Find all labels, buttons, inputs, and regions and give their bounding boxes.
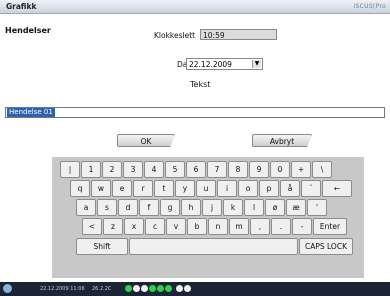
space-key[interactable]: [129, 238, 298, 255]
key[interactable]: æ: [286, 199, 306, 216]
date-dropdown[interactable]: 22.12.2009 ▼: [186, 58, 263, 70]
key[interactable]: h: [181, 199, 201, 216]
key[interactable]: 6: [186, 161, 206, 178]
key[interactable]: +: [291, 161, 311, 178]
event-text-value: Hendelse 01: [7, 108, 55, 117]
key[interactable]: ø: [265, 199, 285, 216]
event-text-input[interactable]: Hendelse 01: [5, 107, 385, 118]
key[interactable]: <: [82, 218, 102, 235]
key[interactable]: g: [160, 199, 180, 216]
key[interactable]: .: [271, 218, 291, 235]
shift-key[interactable]: Shift: [76, 238, 128, 255]
key[interactable]: -: [292, 218, 312, 235]
key[interactable]: n: [208, 218, 228, 235]
status-dot-icon: [176, 285, 183, 292]
system-logo-icon: [3, 284, 12, 293]
key[interactable]: m: [229, 218, 249, 235]
key[interactable]: e: [112, 180, 132, 197]
key[interactable]: i: [217, 180, 237, 197]
key[interactable]: q: [70, 180, 90, 197]
enter-key[interactable]: Enter: [313, 218, 347, 235]
key[interactable]: a: [76, 199, 96, 216]
key[interactable]: y: [175, 180, 195, 197]
key[interactable]: 2: [102, 161, 122, 178]
window-titlebar: Grafikk iSCUS(Pro: [0, 0, 390, 14]
status-version: 26.2.2C: [92, 286, 112, 292]
key[interactable]: x: [124, 218, 144, 235]
key[interactable]: å: [280, 180, 300, 197]
ok-button[interactable]: OK: [117, 134, 175, 147]
status-dot-icon: [184, 285, 191, 292]
key[interactable]: d: [118, 199, 138, 216]
key[interactable]: b: [187, 218, 207, 235]
key[interactable]: v: [166, 218, 186, 235]
key[interactable]: s: [97, 199, 117, 216]
key[interactable]: w: [91, 180, 111, 197]
status-dot-icon: [157, 285, 164, 292]
key[interactable]: l: [244, 199, 264, 216]
on-screen-keyboard: | 1 2 3 4 5 6 7 8 9 0 + \ q w e r t y u …: [52, 157, 364, 278]
status-dot-icon: [133, 285, 140, 292]
status-dot-icon: [149, 285, 156, 292]
key[interactable]: t: [154, 180, 174, 197]
key[interactable]: u: [196, 180, 216, 197]
status-dot-icon: [165, 285, 172, 292]
key[interactable]: 0: [270, 161, 290, 178]
event-dialog: Hendelser Klokkeslett 10:59 Dato 22.12.2…: [0, 14, 390, 158]
chevron-down-icon[interactable]: ▼: [252, 60, 261, 68]
key[interactable]: o: [238, 180, 258, 197]
key[interactable]: \: [312, 161, 332, 178]
key[interactable]: 4: [144, 161, 164, 178]
status-bar: 22.12.2009 11:06 26.2.2C: [0, 282, 390, 296]
text-label: Tekst: [190, 80, 211, 89]
status-dot-icon: [125, 285, 132, 292]
dialog-heading: Hendelser: [5, 26, 51, 35]
clock-field[interactable]: 10:59: [200, 29, 277, 40]
key[interactable]: 8: [228, 161, 248, 178]
status-datetime: 22.12.2009 11:06: [40, 286, 85, 292]
key[interactable]: 1: [81, 161, 101, 178]
brand-logo: iSCUS(Pro: [353, 3, 386, 10]
key[interactable]: 3: [123, 161, 143, 178]
caps-lock-key[interactable]: CAPS LOCK: [299, 238, 353, 255]
key[interactable]: 9: [249, 161, 269, 178]
key[interactable]: j: [202, 199, 222, 216]
key[interactable]: 7: [207, 161, 227, 178]
key[interactable]: r: [133, 180, 153, 197]
key[interactable]: z: [103, 218, 123, 235]
clock-label: Klokkeslett: [154, 31, 196, 40]
key[interactable]: p: [259, 180, 279, 197]
window-title: Grafikk: [6, 2, 37, 11]
date-value: 22.12.2009: [189, 60, 232, 69]
key[interactable]: f: [139, 199, 159, 216]
status-dot-icon: [141, 285, 148, 292]
key[interactable]: ,: [250, 218, 270, 235]
cancel-button[interactable]: Avbryt: [252, 134, 312, 147]
key[interactable]: ¨: [301, 180, 321, 197]
key[interactable]: ': [307, 199, 327, 216]
key[interactable]: 5: [165, 161, 185, 178]
backspace-key[interactable]: ←: [322, 180, 352, 197]
key[interactable]: c: [145, 218, 165, 235]
key[interactable]: |: [60, 161, 80, 178]
key[interactable]: k: [223, 199, 243, 216]
